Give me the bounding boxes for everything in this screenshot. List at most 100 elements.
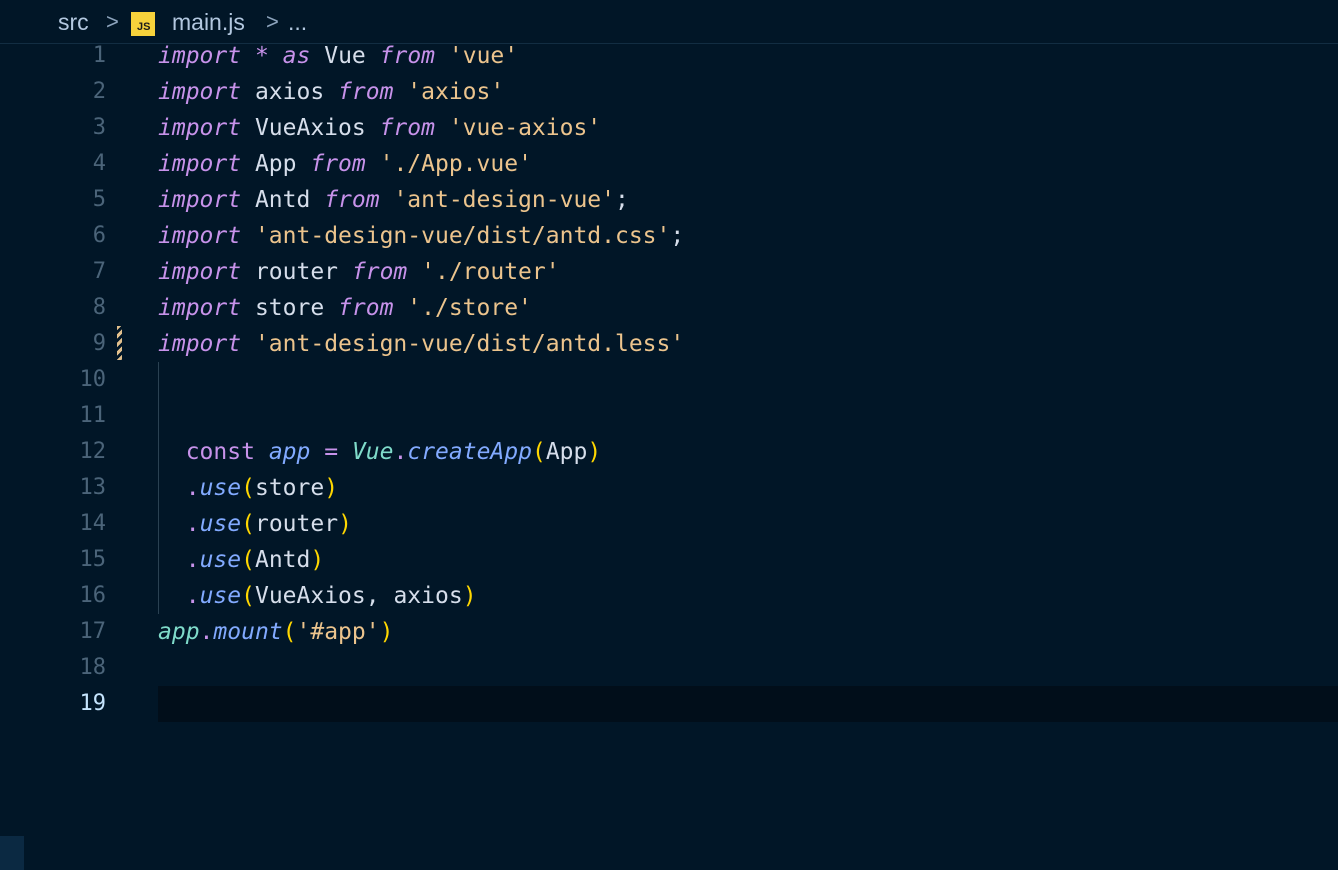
code-token: use	[199, 547, 242, 573]
breadcrumb-folder-src[interactable]: src	[58, 8, 89, 36]
code-editor[interactable]: src > JS main.js > ... 1 2 3 4 5 6 7 8 9 10 11 12 13…	[0, 0, 1338, 870]
code-token: createApp	[407, 439, 532, 465]
line-number[interactable]: 12	[26, 434, 107, 470]
code-line[interactable]: .use(router)	[158, 506, 352, 542]
code-token: .	[393, 439, 408, 465]
code-line[interactable]: .use(VueAxios, axios)	[158, 578, 477, 614]
code-token: 'ant-design-vue/dist/antd.less'	[254, 331, 685, 357]
line-number[interactable]: 7	[26, 254, 106, 290]
line-number[interactable]: 9	[26, 326, 106, 362]
code-line[interactable]: app.mount('#app')	[158, 614, 393, 650]
code-token: App	[241, 151, 311, 177]
line-number[interactable]: 10	[26, 362, 107, 398]
code-token: App	[545, 439, 588, 465]
code-token: ;	[670, 223, 685, 249]
code-token: import	[158, 259, 242, 285]
code-token: (	[241, 475, 255, 501]
scrollbar-thumb[interactable]	[0, 836, 24, 870]
code-token: =	[324, 439, 339, 465]
code-token: from	[351, 259, 408, 285]
line-number[interactable]: 18	[26, 650, 107, 686]
code-token: from	[338, 295, 394, 321]
code-line[interactable]: import 'ant-design-vue/dist/antd.css';	[158, 218, 684, 254]
code-token: Antd	[254, 547, 311, 573]
code-line[interactable]: const app = Vue.createApp(App)	[158, 434, 602, 470]
code-token: VueAxios, axios	[254, 583, 463, 609]
code-token: 'ant-design-vue'	[393, 187, 615, 213]
line-number[interactable]: 8	[26, 290, 106, 326]
line-number[interactable]: 14	[26, 506, 107, 542]
code-token: router	[254, 511, 339, 537]
code-line[interactable]: import axios from 'axios'	[158, 74, 504, 110]
line-number[interactable]: 1	[26, 38, 106, 74]
code-token: ;	[615, 187, 629, 213]
code-token: .	[185, 475, 200, 501]
chevron-right-icon: >	[266, 9, 279, 34]
code-token: use	[199, 475, 242, 501]
code-token: './store'	[407, 295, 532, 321]
code-token: Vue	[351, 439, 394, 465]
code-token: 'vue-axios'	[448, 115, 602, 141]
code-line[interactable]: import * as Vue from 'vue'	[158, 38, 518, 74]
code-token: import	[158, 331, 242, 357]
code-token: import	[158, 187, 242, 213]
code-token: (	[241, 583, 255, 609]
code-line[interactable]: import Antd from 'ant-design-vue';	[158, 182, 629, 218]
line-number[interactable]: 16	[26, 578, 107, 614]
code-token: )	[310, 547, 325, 573]
line-number[interactable]: 5	[26, 182, 106, 218]
line-number[interactable]: 2	[26, 74, 106, 110]
code-line[interactable]: import VueAxios from 'vue-axios'	[158, 110, 601, 146]
code-token: *	[254, 43, 269, 69]
code-token: 'ant-design-vue/dist/antd.css'	[254, 223, 671, 249]
code-token: store	[254, 475, 325, 501]
line-number[interactable]: 15	[26, 542, 107, 578]
code-token: use	[199, 511, 242, 537]
code-token: )	[338, 511, 352, 537]
code-token: import	[158, 151, 242, 177]
code-token: './App.vue'	[379, 151, 532, 177]
code-token: 'axios'	[407, 79, 505, 105]
code-line[interactable]: import store from './store'	[158, 290, 532, 326]
code-line[interactable]: .use(store)	[158, 470, 338, 506]
code-token: (	[282, 619, 297, 645]
code-token: Vue	[310, 43, 380, 69]
code-token: '#app'	[296, 619, 380, 645]
line-number[interactable]: 19	[26, 686, 107, 722]
code-line[interactable]: import 'ant-design-vue/dist/antd.less'	[158, 326, 684, 362]
line-number[interactable]: 11	[26, 398, 107, 434]
code-token: store	[241, 295, 339, 321]
line-number[interactable]: 6	[26, 218, 106, 254]
code-token: import	[158, 295, 242, 321]
code-token: .	[185, 511, 200, 537]
javascript-file-icon: JS	[131, 12, 155, 36]
code-token: from	[379, 43, 436, 69]
code-line[interactable]: .use(Antd)	[158, 542, 325, 578]
code-line[interactable]: import App from './App.vue'	[158, 146, 532, 182]
line-number[interactable]: 4	[26, 146, 106, 182]
breadcrumb-symbols-ellipsis[interactable]: ...	[288, 8, 307, 36]
code-token: import	[158, 43, 242, 69]
git-modified-marker[interactable]	[117, 326, 122, 360]
breadcrumb-file-main-js[interactable]: main.js	[172, 8, 245, 36]
code-token: from	[338, 79, 394, 105]
line-number[interactable]: 13	[26, 470, 107, 506]
code-token: './router'	[421, 259, 560, 285]
code-token: router	[241, 259, 352, 285]
line-number[interactable]: 17	[26, 614, 107, 650]
line-number[interactable]: 3	[26, 110, 106, 146]
code-line[interactable]: import router from './router'	[158, 254, 560, 290]
code-token: .	[185, 547, 200, 573]
code-token: )	[379, 619, 394, 645]
code-token: axios	[241, 79, 339, 105]
